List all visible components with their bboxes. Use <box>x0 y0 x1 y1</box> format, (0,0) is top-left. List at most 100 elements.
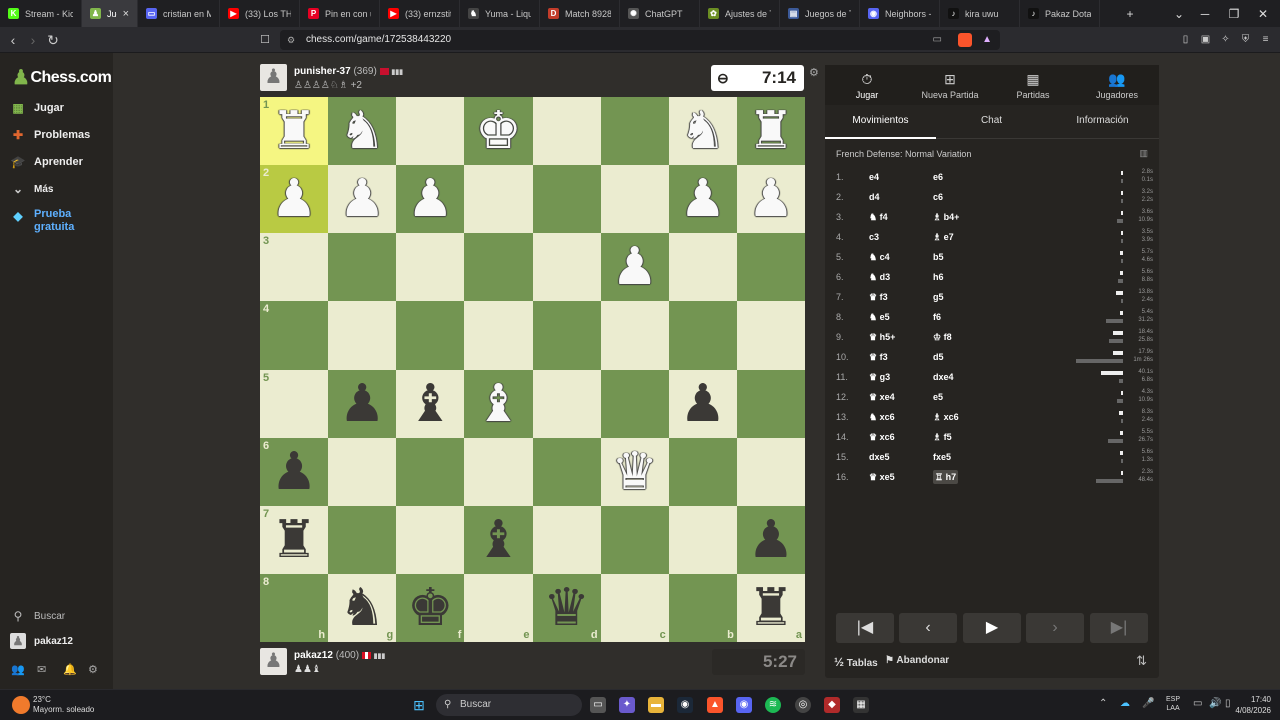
settings-gear-icon[interactable]: ⚙ <box>88 663 98 676</box>
square-h6[interactable]: 6 ♟ <box>260 437 329 506</box>
square-e6[interactable] <box>464 437 533 506</box>
square-a4[interactable] <box>736 301 805 370</box>
square-f6[interactable] <box>396 437 465 506</box>
onedrive-icon[interactable]: ☁ <box>1120 698 1130 709</box>
square-f8[interactable]: f ♚ <box>396 573 465 642</box>
browser-tab[interactable]: D Match 89281 <box>540 0 620 27</box>
tray-chevron-icon[interactable]: ⌃ <box>1099 698 1107 709</box>
windows-start-icon[interactable]: ⊞ <box>411 697 427 713</box>
close-tab-icon[interactable]: × <box>123 8 129 20</box>
square-g5[interactable]: ♟ <box>328 369 397 438</box>
square-c4[interactable] <box>600 301 669 370</box>
play-button[interactable]: ▶ <box>963 613 1021 643</box>
white-piece[interactable]: ♚ <box>464 97 532 165</box>
square-f1[interactable] <box>396 97 465 166</box>
browser-tab[interactable]: ♟ Juega Gi × <box>82 0 138 27</box>
square-a5[interactable] <box>736 369 805 438</box>
messages-icon[interactable]: ✉ <box>37 663 46 676</box>
white-move[interactable]: d4 <box>869 192 880 202</box>
last-move-button[interactable]: ▶| <box>1090 613 1148 643</box>
square-e4[interactable] <box>464 301 533 370</box>
black-piece[interactable]: ♝ <box>396 370 464 438</box>
black-move[interactable]: ♗ xc6 <box>933 412 959 423</box>
black-piece[interactable]: ♜ <box>260 506 328 574</box>
back-icon[interactable]: ‹ <box>4 31 22 49</box>
square-d2[interactable] <box>532 165 601 234</box>
square-b5[interactable]: ♟ <box>668 369 737 438</box>
book-icon[interactable]: ▥ <box>1139 148 1148 159</box>
square-e1[interactable]: ♚ <box>464 97 533 166</box>
white-piece[interactable]: ♟ <box>669 165 737 233</box>
square-c2[interactable] <box>600 165 669 234</box>
white-move[interactable]: ♛ xc6 <box>869 432 895 443</box>
wallet-icon[interactable]: ▣ <box>1198 32 1213 47</box>
square-g3[interactable] <box>328 233 397 302</box>
black-move[interactable]: e6 <box>933 172 943 182</box>
black-move[interactable]: c6 <box>933 192 943 202</box>
black-move[interactable]: g5 <box>933 292 944 302</box>
square-b6[interactable] <box>668 437 737 506</box>
black-move[interactable]: fxe5 <box>933 452 951 462</box>
square-b3[interactable] <box>668 233 737 302</box>
draw-button[interactable]: ½ Tablas <box>834 655 878 669</box>
chrome-icon[interactable]: ◎ <box>795 697 811 713</box>
opponent-avatar[interactable]: ♟ <box>260 64 287 91</box>
white-move[interactable]: c3 <box>869 232 879 242</box>
file-explorer-icon[interactable]: ▬ <box>648 697 664 713</box>
language-indicator[interactable]: ESP LAA <box>1166 695 1180 713</box>
opening-name[interactable]: French Defense: Normal Variation <box>836 149 971 159</box>
calculator-icon[interactable]: ▦ <box>853 697 869 713</box>
square-c8[interactable]: c <box>600 573 669 642</box>
black-piece[interactable]: ♞ <box>328 574 396 642</box>
black-piece[interactable]: ♟ <box>328 370 396 438</box>
sidebar-item-jugar[interactable]: ▦ Jugar <box>10 100 64 116</box>
sidebar-search[interactable]: ⚲ Buscar <box>10 608 66 624</box>
square-g7[interactable] <box>328 505 397 574</box>
friends-icon[interactable]: 👥 <box>11 663 25 676</box>
square-d1[interactable] <box>532 97 601 166</box>
square-h1[interactable]: 1 ♜ <box>260 97 329 166</box>
sidebar-toggle-icon[interactable]: ▯ <box>1178 32 1193 47</box>
black-piece[interactable]: ♝ <box>464 506 532 574</box>
square-a1[interactable]: ♜ <box>736 97 805 166</box>
square-h8[interactable]: 8h <box>260 573 329 642</box>
flip-board-icon[interactable]: ⇅ <box>1136 653 1147 669</box>
square-e2[interactable] <box>464 165 533 234</box>
black-move[interactable]: f6 <box>933 312 941 322</box>
black-move[interactable]: dxe4 <box>933 372 954 382</box>
cast-icon[interactable]: ▭ <box>933 30 942 50</box>
square-g1[interactable]: ♞ <box>328 97 397 166</box>
black-move[interactable]: ♔ f8 <box>933 332 952 343</box>
tab-partidas[interactable]: ▦ Partidas <box>993 71 1073 100</box>
white-move[interactable]: ♛ xe5 <box>869 472 895 483</box>
black-move[interactable]: h6 <box>933 272 944 282</box>
maximize-icon[interactable]: ❐ <box>1219 0 1249 27</box>
browser-tab[interactable]: ▭ cristian en M <box>138 0 220 27</box>
discord-icon[interactable]: ◉ <box>736 697 752 713</box>
square-g6[interactable] <box>328 437 397 506</box>
tab-jugadores[interactable]: 👥 Jugadores <box>1077 71 1157 100</box>
tab-movimientos[interactable]: Movimientos <box>825 109 936 139</box>
browser-tab[interactable]: ♪ Pakaz Dota 2 <box>1020 0 1100 27</box>
white-move[interactable]: ♞ d3 <box>869 272 890 283</box>
player-name[interactable]: pakaz12 (400) ▮▮▮ <box>294 650 385 661</box>
browser-tab[interactable]: ◉ Neighbors - <box>860 0 940 27</box>
bookmark-icon[interactable]: ☐ <box>256 31 274 49</box>
square-h4[interactable]: 4 <box>260 301 329 370</box>
network-icon[interactable]: ▭ <box>1193 698 1202 709</box>
reload-icon[interactable]: ↻ <box>44 31 62 49</box>
square-h3[interactable]: 3 <box>260 233 329 302</box>
square-d5[interactable] <box>532 369 601 438</box>
next-move-button[interactable]: › <box>1026 613 1084 643</box>
black-move[interactable]: b5 <box>933 252 944 262</box>
sidebar-item-problemas[interactable]: ✚ Problemas <box>10 127 90 143</box>
white-move[interactable]: ♞ xc6 <box>869 412 895 423</box>
black-piece[interactable]: ♜ <box>737 574 805 642</box>
white-piece[interactable]: ♜ <box>260 97 328 165</box>
black-move[interactable]: ♗ f5 <box>933 432 952 443</box>
square-f7[interactable] <box>396 505 465 574</box>
black-move[interactable]: e5 <box>933 392 943 402</box>
square-a3[interactable] <box>736 233 805 302</box>
square-e3[interactable] <box>464 233 533 302</box>
square-b8[interactable]: b <box>668 573 737 642</box>
